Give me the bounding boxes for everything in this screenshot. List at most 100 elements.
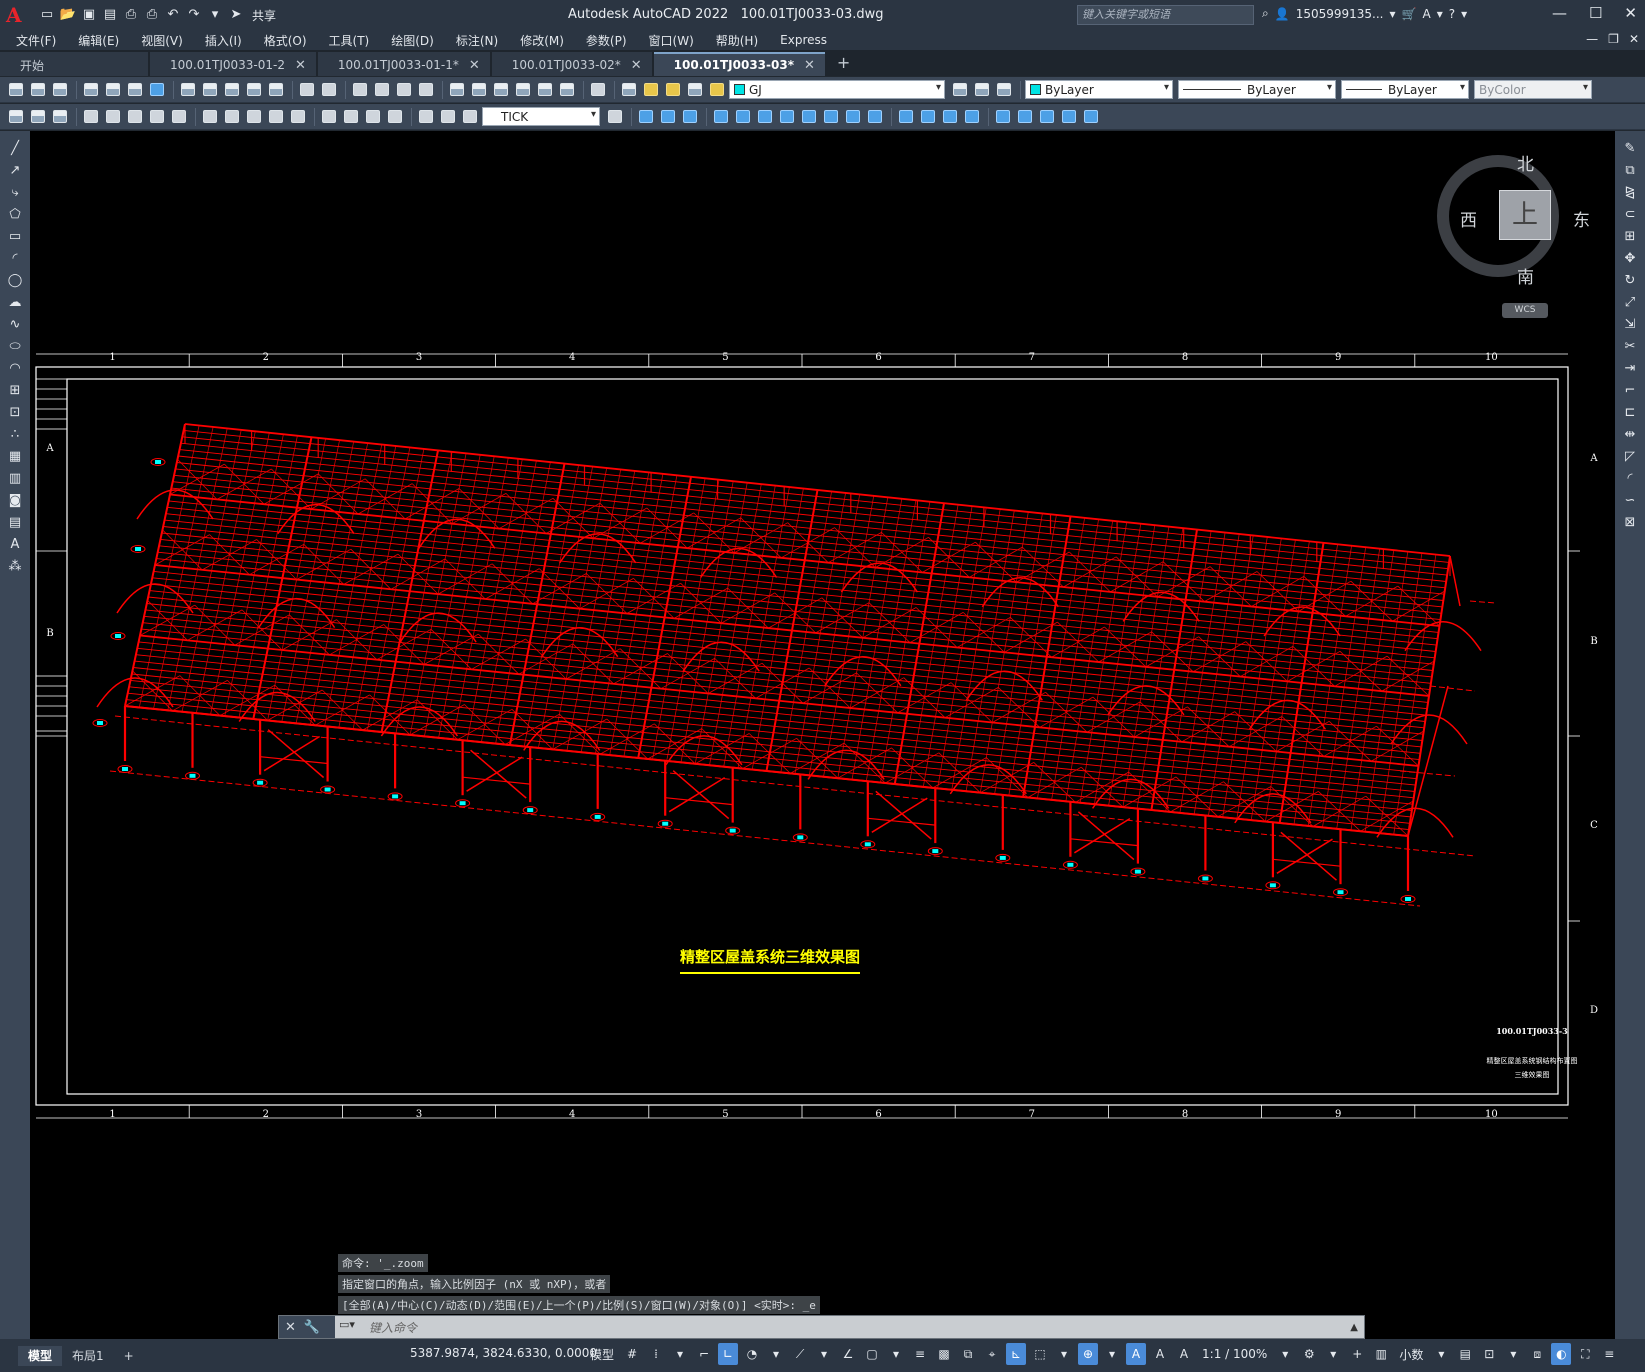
gizmo-icon[interactable]: ⊕ — [1078, 1343, 1099, 1365]
viewcube-west[interactable]: 西 — [1460, 206, 1477, 231]
user-name[interactable]: 1505999135... — [1296, 7, 1384, 21]
chamfer-edge-icon[interactable] — [940, 107, 959, 126]
rotate-icon[interactable]: ↻ — [1622, 273, 1638, 289]
break-at-point-icon[interactable]: ⌐ — [1622, 383, 1638, 399]
doc-restore-icon[interactable]: ❐ — [1608, 32, 1619, 46]
extrude-icon[interactable] — [711, 107, 730, 126]
auto-scale-icon[interactable]: A — [1150, 1343, 1170, 1365]
copy-object-icon[interactable]: ⧉ — [1622, 163, 1638, 179]
chevron-down-icon[interactable]: ▾ — [1461, 7, 1467, 21]
plot-preview-icon[interactable] — [103, 80, 122, 99]
tab-model[interactable]: 模型 — [18, 1345, 63, 1366]
chevron-down-icon[interactable]: ▾ — [766, 1343, 786, 1365]
dynamic-ucs-icon[interactable]: ⊾ — [1006, 1343, 1027, 1365]
quick-dimension-icon[interactable] — [200, 107, 219, 126]
menu-modify[interactable]: 修改(M) — [520, 32, 564, 49]
dimstyle-dropdown[interactable]: TICK — [482, 107, 600, 126]
pan-icon[interactable] — [350, 80, 369, 99]
dimension-aligned-icon[interactable] — [28, 107, 47, 126]
transparency-icon[interactable]: ▩ — [934, 1343, 954, 1365]
chevron-up-icon[interactable]: ▲ — [1350, 1322, 1358, 1333]
revolve-icon[interactable] — [799, 107, 818, 126]
layer-dropdown[interactable]: GJ — [729, 80, 945, 99]
share-label[interactable]: 共享 — [252, 7, 276, 24]
tool-palettes-icon[interactable] — [491, 80, 510, 99]
markup-icon[interactable] — [535, 80, 554, 99]
chevron-down-icon[interactable]: ▾ — [1503, 1343, 1523, 1365]
close-icon[interactable]: ✕ — [469, 58, 480, 73]
customize-dropdown-icon[interactable]: ▾ — [206, 6, 224, 24]
box-icon[interactable] — [636, 107, 655, 126]
publish-icon[interactable] — [125, 80, 144, 99]
add-layout-icon[interactable]: + — [114, 1346, 144, 1366]
dim-break-icon[interactable] — [288, 107, 307, 126]
object-snap-tracking-icon[interactable]: ∠ — [838, 1343, 858, 1365]
undo-icon[interactable]: ↶ — [164, 6, 182, 24]
match-properties-icon[interactable] — [266, 80, 285, 99]
selection-cycling-icon[interactable]: ⧉ — [958, 1343, 978, 1365]
menu-draw[interactable]: 绘图(D) — [391, 32, 434, 49]
point-icon[interactable]: ∴ — [7, 427, 23, 443]
close-icon[interactable]: ✕ — [631, 58, 642, 73]
mirror-icon[interactable]: ⧎ — [1622, 185, 1638, 201]
cut-icon[interactable] — [178, 80, 197, 99]
web-icon[interactable] — [147, 80, 166, 99]
minimize-icon[interactable]: — — [1552, 4, 1567, 22]
color-dropdown[interactable]: ByLayer — [1025, 80, 1173, 99]
jogged-linear-icon[interactable] — [385, 107, 404, 126]
new-icon[interactable] — [6, 80, 25, 99]
drawing-svg[interactable]: 1 2 3 4 5 6 7 8 9 10 1 2 3 4 5 6 7 8 9 10 AB ABCD 精整区屋盖系统三… — [30, 131, 1615, 1339]
move-3d-icon[interactable] — [993, 107, 1012, 126]
chamfer-icon[interactable]: ◸ — [1622, 449, 1638, 465]
add-selected-icon[interactable]: ⁂ — [7, 559, 23, 575]
tab-file-02[interactable]: 100.01TJ0033-02* ✕ — [491, 52, 652, 76]
dimstyle-icon[interactable] — [605, 107, 624, 126]
grid-icon[interactable]: # — [622, 1343, 642, 1365]
paste-icon[interactable] — [222, 80, 241, 99]
fillet-edge-icon[interactable] — [918, 107, 937, 126]
wcs-menu[interactable]: WCS — [1502, 303, 1548, 318]
wrench-icon[interactable]: 🔧 — [304, 1320, 320, 1335]
join-icon[interactable]: ⇹ — [1622, 427, 1638, 443]
spline-icon[interactable]: ∿ — [7, 317, 23, 333]
autodesk-icon[interactable]: A — [1422, 7, 1430, 21]
dim-update-icon[interactable] — [460, 107, 479, 126]
lightbulb-icon[interactable] — [641, 80, 660, 99]
dim-space-icon[interactable] — [266, 107, 285, 126]
linetype-dropdown[interactable]: ByLayer — [1178, 80, 1336, 99]
region-icon[interactable]: ◙ — [7, 493, 23, 509]
share-icon[interactable]: ➤ — [227, 6, 245, 24]
close-icon[interactable]: ✕ — [1624, 4, 1637, 22]
menu-file[interactable]: 文件(F) — [16, 32, 56, 49]
stretch-icon[interactable]: ⇲ — [1622, 317, 1638, 333]
recent-commands-icon[interactable]: ▭▾ — [339, 1318, 365, 1336]
align-3d-icon[interactable] — [1037, 107, 1056, 126]
help-icon[interactable]: ? — [1449, 7, 1455, 21]
offset-icon[interactable]: ⊂ — [1622, 207, 1638, 223]
gradient-icon[interactable]: ▥ — [7, 471, 23, 487]
dim-jogged-icon[interactable] — [125, 107, 144, 126]
table-icon[interactable]: ▤ — [7, 515, 23, 531]
ellipse-icon[interactable]: ⬭ — [7, 339, 23, 355]
menu-express[interactable]: Express — [780, 33, 827, 47]
menu-dimension[interactable]: 标注(N) — [456, 32, 498, 49]
isodraft-icon[interactable]: ⟋ — [790, 1343, 810, 1365]
chevron-down-icon[interactable]: ▾ — [814, 1343, 834, 1365]
chevron-down-icon[interactable]: ▾ — [1054, 1343, 1074, 1365]
scale-icon[interactable]: ⤢ — [1622, 295, 1638, 311]
presspull-icon[interactable] — [733, 107, 752, 126]
infer-constraints-icon[interactable]: ⌐ — [694, 1343, 714, 1365]
chevron-down-icon[interactable]: ▾ — [1437, 7, 1443, 21]
close-icon[interactable]: ✕ — [804, 58, 815, 73]
make-current-layer-icon[interactable] — [950, 80, 969, 99]
array-icon[interactable]: ⊞ — [1622, 229, 1638, 245]
command-input[interactable]: 键入命令 — [369, 1319, 417, 1336]
chevron-down-icon[interactable]: ▾ — [1323, 1343, 1343, 1365]
properties-icon[interactable] — [447, 80, 466, 99]
model-space-toggle[interactable]: 模型 — [590, 1346, 614, 1363]
move-icon[interactable]: ✥ — [1622, 251, 1638, 267]
tab-file-03[interactable]: 100.01TJ0033-03* ✕ — [653, 52, 825, 76]
polyline-icon[interactable]: ⤷ — [7, 185, 23, 201]
annotation-visibility-icon[interactable]: A — [1126, 1343, 1147, 1365]
quick-properties-icon[interactable]: ▤ — [1455, 1343, 1475, 1365]
